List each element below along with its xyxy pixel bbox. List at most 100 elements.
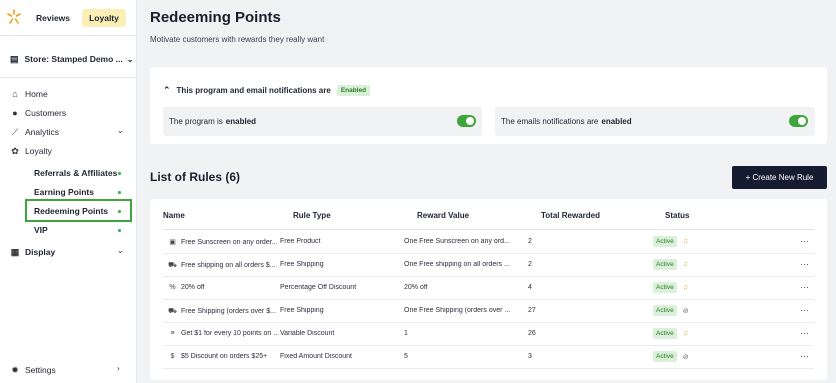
emails-toggle-label: The emails notifications are: [501, 117, 599, 126]
rule-name-cell: % 20% off: [168, 284, 288, 291]
column-header-rule-type[interactable]: Rule Type: [293, 211, 331, 220]
sidebar-item-referrals[interactable]: Referrals & Affiliates: [34, 166, 117, 180]
status-badge: Active: [653, 351, 677, 362]
program-toggle[interactable]: [457, 115, 476, 127]
column-header-total-rewarded[interactable]: Total Rewarded: [541, 211, 600, 220]
program-status-header[interactable]: ⌃ This program and email notifications a…: [163, 85, 371, 96]
rule-name[interactable]: $5 Discount on orders $25+: [181, 353, 267, 360]
sidebar-item-vip[interactable]: VIP: [34, 223, 48, 237]
divider: [0, 77, 137, 78]
rule-name[interactable]: Free shipping on all orders $...: [181, 262, 276, 269]
emails-toggle[interactable]: [789, 115, 808, 127]
percent-icon: %: [169, 284, 176, 291]
program-toggle-row: The program is enabled: [163, 107, 482, 136]
table-row[interactable]: ⛟ Free Shipping (orders over $... Free Shi…: [163, 300, 814, 323]
sidebar-item-home[interactable]: ⌂ Home: [10, 87, 48, 101]
truck-icon: ⛟: [168, 262, 177, 269]
table-row[interactable]: ≡ Get $1 for every 10 points on ... Variab…: [163, 323, 814, 346]
rule-type: Variable Discount: [280, 330, 335, 337]
more-options-icon[interactable]: ⋯: [800, 282, 809, 293]
status-badge: Active: [653, 236, 677, 247]
more-options-icon[interactable]: ⋯: [800, 305, 809, 316]
chart-icon: ⟋: [11, 126, 19, 137]
product-icon: ▣: [169, 239, 176, 246]
table-row[interactable]: % 20% off Percentage Off Discount 20% off 4 A…: [163, 277, 814, 300]
emails-toggle-state: enabled: [601, 117, 632, 126]
chevron-down-icon[interactable]: ⌄: [117, 246, 124, 255]
reward-value: 20% off: [404, 284, 428, 291]
stamped-logo-icon: [7, 9, 21, 24]
sidebar-item-label: Display: [25, 247, 56, 257]
rule-type: Fixed Amount Discount: [280, 353, 352, 360]
chevron-down-icon[interactable]: ⌄: [117, 126, 124, 135]
status-cell: Active ♫: [653, 328, 688, 339]
more-options-icon[interactable]: ⋯: [800, 259, 809, 270]
status-badge: Enabled: [336, 85, 371, 96]
rule-name[interactable]: Free Shipping (orders over $...: [181, 308, 276, 315]
sidebar-item-analytics[interactable]: ⟋ Analytics: [10, 125, 59, 139]
reward-value: One Free Sunscreen on any ord...: [404, 238, 510, 245]
status-cell: Active ⊘: [653, 305, 689, 316]
rule-name-cell: ⛟ Free shipping on all orders $...: [168, 261, 288, 270]
tab-reviews[interactable]: Reviews: [28, 9, 78, 27]
bell-off-icon[interactable]: ⊘: [683, 307, 689, 315]
chevron-right-icon[interactable]: ›: [117, 364, 120, 373]
sidebar-item-earning-points[interactable]: Earning Points: [34, 185, 94, 199]
rule-type: Free Product: [280, 238, 321, 245]
more-options-icon[interactable]: ⋯: [800, 351, 809, 362]
create-new-rule-button[interactable]: + Create New Rule: [732, 166, 827, 189]
top-bar: Reviews Loyalty: [0, 0, 137, 35]
bell-icon[interactable]: ♫: [683, 261, 688, 268]
rule-name-cell: ⛟ Free Shipping (orders over $...: [168, 307, 288, 316]
variable-icon: ≡: [170, 330, 175, 337]
column-header-reward-value[interactable]: Reward Value: [417, 211, 469, 220]
table-row[interactable]: $ $5 Discount on orders $25+ Fixed Amount …: [163, 346, 814, 369]
tab-loyalty[interactable]: Loyalty: [82, 9, 126, 27]
store-icon: ▤: [10, 53, 19, 64]
store-selector[interactable]: ▤ Store: Stamped Demo ... ⌄: [10, 52, 133, 66]
sidebar-item-redeeming-points[interactable]: Redeeming Points: [34, 204, 108, 218]
status-dot: [118, 229, 121, 232]
table-row[interactable]: ⛟ Free shipping on all orders $... Free Sh…: [163, 254, 814, 277]
table-row[interactable]: ▣ Free Sunscreen on any order... Free Prod…: [163, 231, 814, 254]
sidebar-item-label: Home: [25, 89, 48, 99]
rule-type: Percentage Off Discount: [280, 284, 357, 291]
store-name: Store: Stamped Demo ...: [24, 54, 123, 64]
rule-type: Free Shipping: [280, 307, 324, 314]
more-options-icon[interactable]: ⋯: [800, 236, 809, 247]
divider: [0, 35, 137, 36]
column-header-status[interactable]: Status: [665, 211, 689, 220]
total-rewarded: 2: [528, 238, 532, 245]
total-rewarded: 4: [528, 284, 532, 291]
sidebar-item-customers[interactable]: ● Customers: [10, 106, 66, 120]
status-cell: Active ♫: [653, 236, 688, 247]
column-header-name[interactable]: Name: [163, 211, 185, 220]
total-rewarded: 27: [528, 307, 536, 314]
rule-name-cell: $ $5 Discount on orders $25+: [168, 353, 288, 360]
sidebar-item-label: Analytics: [25, 127, 60, 137]
bell-icon[interactable]: ♫: [683, 238, 688, 245]
status-badge: Active: [653, 282, 677, 293]
status-dot: [118, 172, 121, 175]
status-dot: [118, 191, 121, 194]
sidebar-item-display[interactable]: ▦ Display: [10, 245, 56, 259]
sidebar: Reviews Loyalty ▤ Store: Stamped Demo ..…: [0, 0, 137, 383]
sidebar-item-settings[interactable]: ✹ Settings: [10, 363, 56, 377]
bell-icon[interactable]: ♫: [683, 330, 688, 337]
rules-title: List of Rules (6): [150, 170, 241, 184]
bell-off-icon[interactable]: ⊘: [683, 353, 689, 361]
status-dot: [118, 210, 121, 213]
more-options-icon[interactable]: ⋯: [800, 328, 809, 339]
emails-toggle-row: The emails notifications are enabled: [495, 107, 815, 136]
home-icon: ⌂: [12, 89, 18, 99]
rule-name[interactable]: Get $1 for every 10 points on ...: [181, 330, 279, 337]
bell-icon[interactable]: ♫: [683, 284, 688, 291]
rule-name[interactable]: 20% off: [181, 284, 205, 291]
status-cell: Active ♫: [653, 282, 688, 293]
status-badge: Active: [653, 328, 677, 339]
sidebar-item-loyalty[interactable]: ✿ Loyalty: [10, 144, 52, 158]
sidebar-item-label: Settings: [25, 365, 56, 375]
total-rewarded: 26: [528, 330, 536, 337]
chevron-up-icon: ⌃: [163, 85, 171, 95]
rule-name[interactable]: Free Sunscreen on any order...: [181, 239, 278, 246]
